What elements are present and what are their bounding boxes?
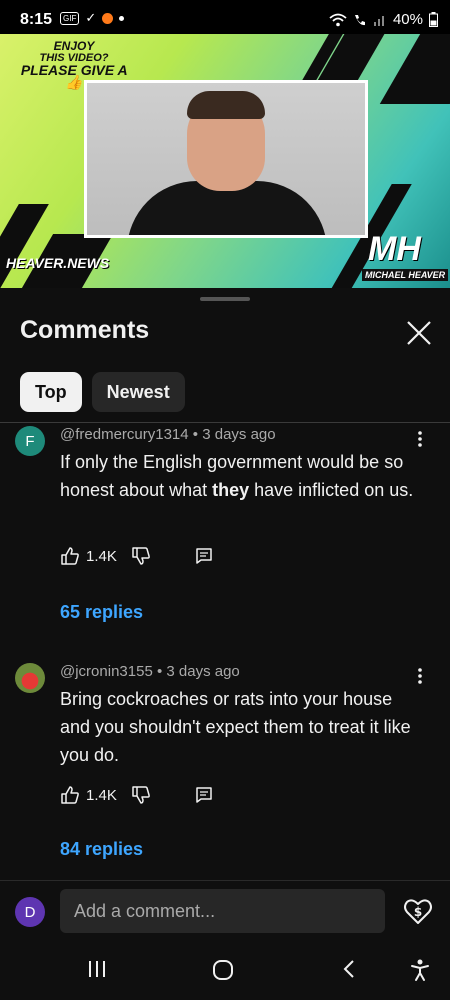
app-badge-icon <box>102 12 114 24</box>
dislike-icon[interactable] <box>131 546 151 566</box>
battery-icon <box>429 12 438 27</box>
tab-top[interactable]: Top <box>20 372 82 412</box>
avatar-letter: F <box>25 432 35 450</box>
like-icon[interactable] <box>60 546 80 566</box>
reply-icon[interactable] <box>195 547 213 565</box>
dot-icon <box>119 15 125 21</box>
avatar[interactable] <box>15 663 45 693</box>
divider <box>0 422 450 423</box>
promo-line1: ENJOY <box>53 39 95 53</box>
channel-logo: MH <box>368 230 421 268</box>
video-frame <box>84 80 368 238</box>
home-icon[interactable] <box>211 958 235 982</box>
comment-actions: 1.4K <box>60 783 213 807</box>
presenter-image <box>87 83 365 235</box>
video-player[interactable]: ENJOY THIS VIDEO? PLEASE GIVE A 👍 HEAVER… <box>0 34 450 288</box>
recent-apps-icon[interactable] <box>86 958 108 980</box>
decor-stripe <box>379 34 450 104</box>
like-icon[interactable] <box>60 785 80 805</box>
presenter-hair <box>187 91 265 119</box>
comment-text-bold: they <box>212 480 250 500</box>
my-avatar: D <box>15 897 45 927</box>
comment-time: 3 days ago <box>202 426 276 443</box>
comment-author[interactable]: @jcronin3155 <box>60 663 153 680</box>
status-right: 40% <box>329 11 438 28</box>
comment-time: 3 days ago <box>166 663 240 680</box>
comment-text: Bring cockroaches or rats into your hous… <box>60 689 411 765</box>
rcs-icon: GIF <box>60 11 80 25</box>
avatar[interactable]: F <box>15 426 45 456</box>
comments-panel: Comments Top Newest F @fredmercury1314 •… <box>0 288 450 880</box>
channel-logo-name: MICHAEL HEAVER <box>362 269 449 281</box>
add-comment-placeholder: Add a comment... <box>74 900 216 921</box>
super-thanks-icon[interactable]: $ <box>402 895 434 927</box>
like-count: 1.4K <box>86 786 117 804</box>
add-comment-input[interactable]: Add a comment... <box>60 889 385 933</box>
view-replies-link[interactable]: 84 replies <box>60 839 143 860</box>
notification-icons: GIF ✓ <box>60 10 125 26</box>
signal-icon <box>373 15 384 26</box>
comment-meta: @fredmercury1314 • 3 days ago <box>60 426 276 443</box>
comment-text-part: have inflicted on us. <box>249 480 414 500</box>
more-options-icon[interactable] <box>412 665 428 687</box>
dislike-icon[interactable] <box>131 785 151 805</box>
wifi-icon <box>329 13 347 26</box>
check-icon: ✓ <box>85 10 97 25</box>
drag-handle[interactable] <box>200 297 250 301</box>
system-nav-bar <box>0 940 450 1000</box>
view-replies-link[interactable]: 65 replies <box>60 602 143 623</box>
channel-tag: HEAVER.NEWS <box>6 255 110 271</box>
thumbs-up-icon: 👍 <box>65 74 83 90</box>
like-count: 1.4K <box>86 547 117 565</box>
comment-author[interactable]: @fredmercury1314 <box>60 426 189 443</box>
status-time: 8:15 <box>20 11 53 28</box>
back-icon[interactable] <box>338 958 360 980</box>
svg-text:$: $ <box>414 905 422 919</box>
meta-separator: • <box>192 426 203 443</box>
reply-icon[interactable] <box>195 786 213 804</box>
status-bar: 8:15 GIF ✓ 40% <box>0 0 450 34</box>
sort-tabs: Top Newest <box>20 372 185 412</box>
accessibility-icon[interactable] <box>409 958 431 982</box>
battery-text: 40% <box>392 11 423 28</box>
tab-newest[interactable]: Newest <box>91 372 185 412</box>
add-comment-bar: D Add a comment... $ <box>0 880 450 940</box>
more-options-icon[interactable] <box>412 428 428 450</box>
meta-separator: • <box>156 663 167 680</box>
comment-text: If only the English government would be … <box>60 448 415 504</box>
close-icon[interactable] <box>404 318 434 348</box>
comment-meta: @jcronin3155 • 3 days ago <box>60 663 240 680</box>
my-avatar-letter: D <box>24 903 36 921</box>
call-icon <box>354 14 365 25</box>
panel-title: Comments <box>20 316 150 344</box>
comment-actions: 1.4K <box>60 544 213 568</box>
